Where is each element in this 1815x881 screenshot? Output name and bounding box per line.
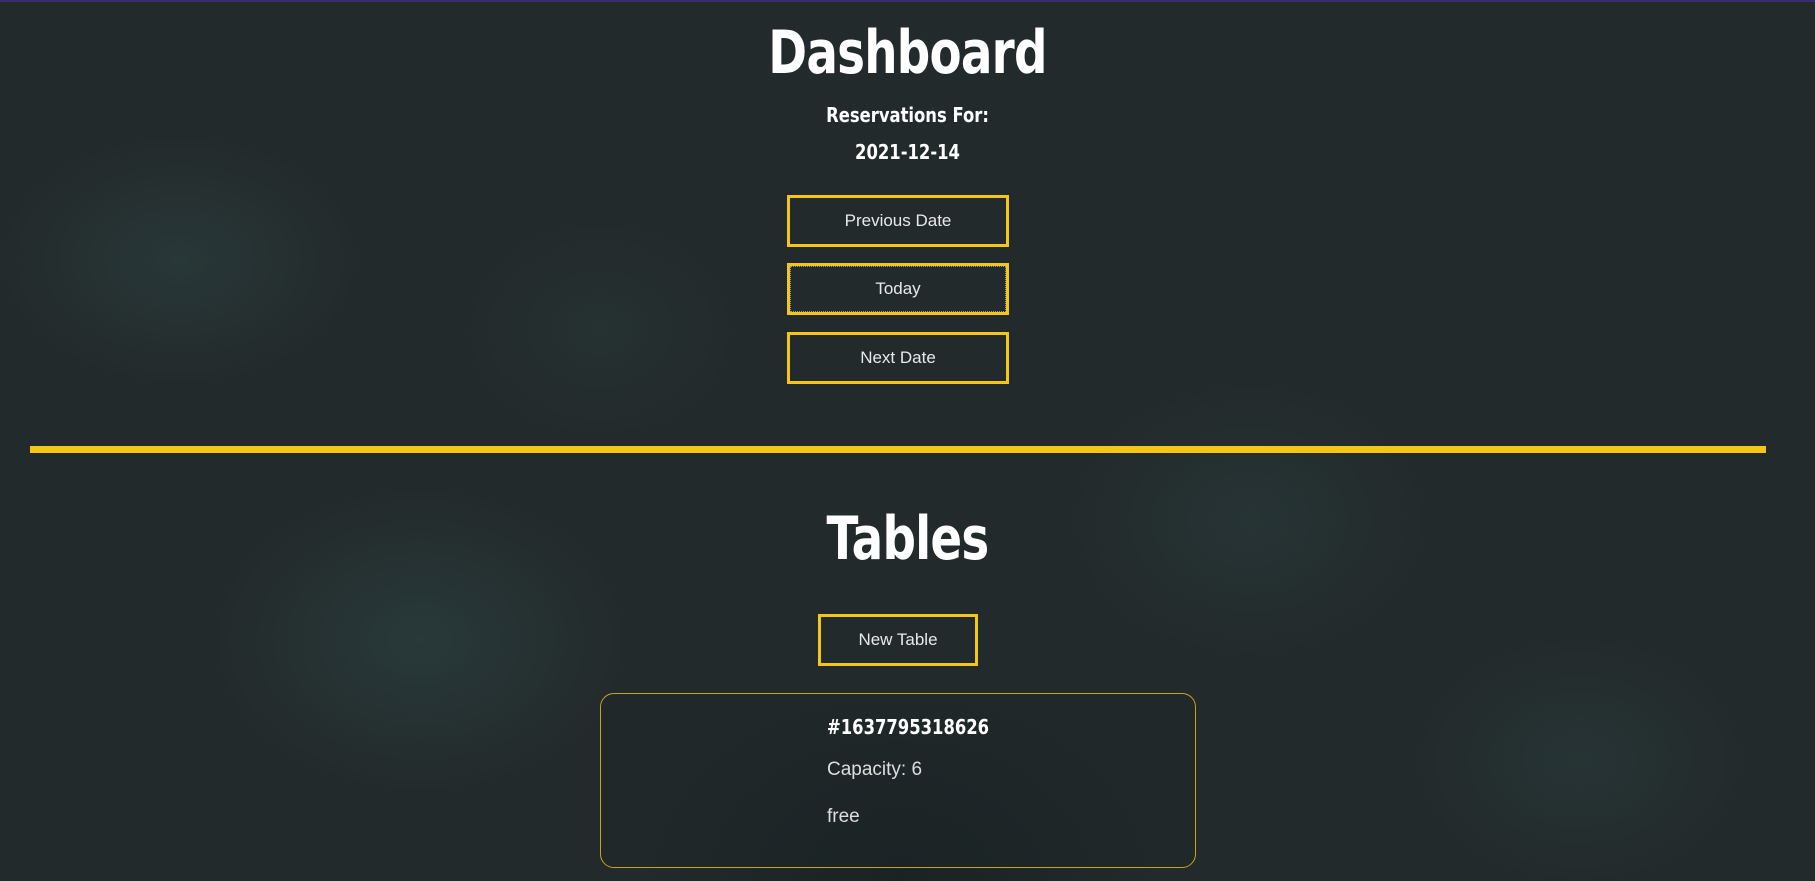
page-title: Dashboard <box>768 18 1047 88</box>
reservations-date: 2021-12-14 <box>855 140 960 164</box>
reservations-for-label: Reservations For: <box>826 103 989 127</box>
new-table-button[interactable]: New Table <box>818 614 978 666</box>
table-capacity: Capacity: 6 <box>827 759 923 780</box>
table-id: #1637795318626 <box>827 715 990 739</box>
tables-title: Tables <box>826 504 990 574</box>
top-accent-bar <box>0 0 1815 2</box>
next-date-button[interactable]: Next Date <box>787 332 1009 384</box>
today-button[interactable]: Today <box>787 263 1009 315</box>
table-card: #1637795318626 Capacity: 6 free <box>600 693 1196 868</box>
table-status: free <box>827 806 860 827</box>
section-divider <box>30 446 1766 453</box>
previous-date-button[interactable]: Previous Date <box>787 195 1009 247</box>
main-content: Dashboard Reservations For: 2021-12-14 P… <box>0 0 1815 881</box>
